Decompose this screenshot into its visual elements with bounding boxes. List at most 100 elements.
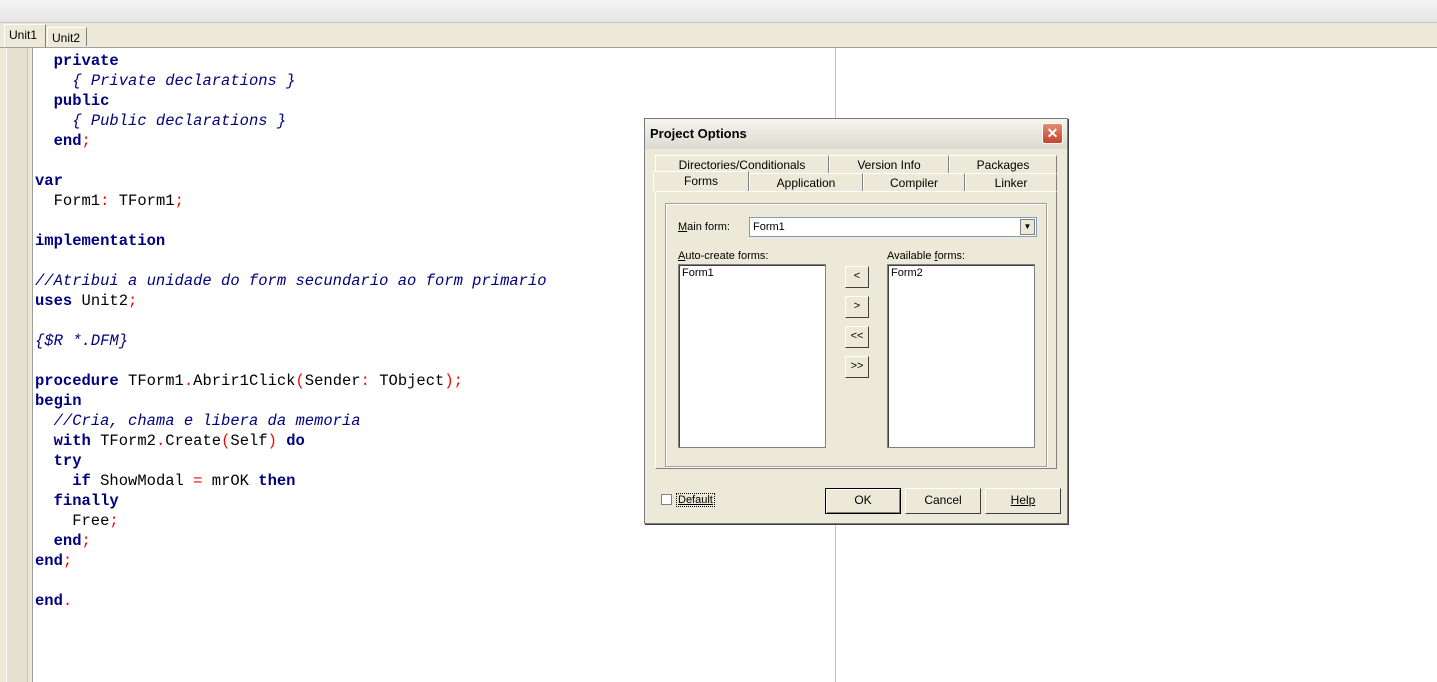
code-token: if — [72, 472, 91, 490]
code-line[interactable]: public — [35, 91, 547, 111]
code-line[interactable]: { Public declarations } — [35, 111, 547, 131]
code-line[interactable] — [35, 351, 547, 371]
code-token: TObject — [369, 372, 445, 390]
code-line[interactable]: {$R *.DFM} — [35, 331, 547, 351]
editor-tab-unit2[interactable]: Unit2 — [47, 27, 87, 46]
code-token: end — [53, 532, 82, 550]
code-line[interactable] — [35, 311, 547, 331]
tab-application[interactable]: Application — [749, 173, 863, 191]
code-line[interactable]: end; — [35, 131, 547, 151]
code-token: Sender — [304, 372, 361, 390]
cancel-button[interactable]: Cancel — [905, 488, 981, 514]
code-token: do — [286, 432, 305, 450]
auto-create-forms-list[interactable]: Form1 — [678, 264, 826, 448]
move-all-right-button[interactable]: >> — [845, 356, 869, 378]
code-token: //Atribui a unidade do form secundario a… — [35, 272, 547, 290]
main-form-label: Main form: — [678, 221, 730, 233]
code-token: end — [35, 552, 63, 570]
code-line[interactable]: with TForm2.Create(Self) do — [35, 431, 547, 451]
code-token: ); — [444, 372, 463, 390]
code-line[interactable]: var — [35, 171, 547, 191]
code-line[interactable]: try — [35, 451, 547, 471]
code-token: ; — [81, 132, 91, 150]
tab-forms[interactable]: Forms — [653, 171, 749, 191]
chevron-down-icon[interactable]: ▼ — [1020, 219, 1035, 235]
project-options-dialog: Project Options ✕ Directories/Conditiona… — [644, 118, 1068, 524]
code-token: Self — [230, 432, 268, 450]
default-checkbox-label[interactable]: Default — [676, 493, 715, 507]
code-line[interactable]: begin — [35, 391, 547, 411]
main-form-select[interactable]: Form1 ▼ — [749, 217, 1037, 237]
code-token: TForm1 — [109, 192, 175, 210]
code-line[interactable]: Form1: TForm1; — [35, 191, 547, 211]
code-line[interactable]: if ShowModal = mrOK then — [35, 471, 547, 491]
available-forms-list[interactable]: Form2 — [887, 264, 1035, 448]
top-toolbar — [0, 0, 1437, 23]
code-token: begin — [35, 392, 82, 410]
code-token: ShowModal — [90, 472, 194, 490]
code-line[interactable] — [35, 571, 547, 591]
code-token: ; — [128, 292, 138, 310]
list-item[interactable]: Form1 — [682, 267, 822, 279]
ok-button[interactable]: OK — [825, 488, 901, 514]
tab-version-info[interactable]: Version Info — [829, 155, 949, 173]
code-token: ; — [174, 192, 184, 210]
code-token: ) — [267, 432, 277, 450]
code-token: { Public declarations } — [72, 112, 287, 130]
code-text[interactable]: private { Private declarations } public … — [35, 51, 547, 611]
code-token: then — [258, 472, 296, 490]
code-line[interactable]: { Private declarations } — [35, 71, 547, 91]
code-token: Unit2 — [72, 292, 129, 310]
code-line[interactable]: private — [35, 51, 547, 71]
tab-compiler[interactable]: Compiler — [863, 173, 965, 191]
code-token: . — [62, 592, 73, 610]
move-left-button[interactable]: < — [845, 266, 869, 288]
main-form-value: Form1 — [753, 221, 785, 233]
code-token: {$R *.DFM} — [35, 332, 129, 350]
code-token: { Private declarations } — [72, 72, 296, 90]
list-item[interactable]: Form2 — [891, 267, 1031, 279]
code-token: mrOK — [202, 472, 259, 490]
code-token: end — [35, 592, 63, 610]
code-line[interactable]: uses Unit2; — [35, 291, 547, 311]
editor-gutter — [0, 48, 33, 682]
code-token: with — [53, 432, 91, 450]
code-token: Create — [165, 432, 222, 450]
code-token: TForm1 — [118, 372, 184, 390]
default-checkbox[interactable] — [661, 494, 672, 505]
code-line[interactable]: implementation — [35, 231, 547, 251]
code-line[interactable]: //Atribui a unidade do form secundario a… — [35, 271, 547, 291]
tab-linker[interactable]: Linker — [965, 173, 1057, 191]
code-line[interactable]: Free; — [35, 511, 547, 531]
dialog-titlebar[interactable]: Project Options ✕ — [645, 119, 1067, 149]
code-token: TForm2 — [90, 432, 156, 450]
move-all-left-button[interactable]: << — [845, 326, 869, 348]
code-token: implementation — [35, 232, 166, 250]
code-token: public — [53, 92, 110, 110]
editor-tab-unit1[interactable]: Unit1 — [4, 24, 46, 47]
code-line[interactable] — [35, 151, 547, 171]
close-icon[interactable]: ✕ — [1042, 123, 1063, 144]
code-line[interactable] — [35, 211, 547, 231]
code-line[interactable]: finally — [35, 491, 547, 511]
available-forms-label: Available forms: — [887, 250, 966, 262]
code-line[interactable]: end. — [35, 591, 547, 611]
help-button[interactable]: Help — [985, 488, 1061, 514]
code-token: end — [53, 132, 82, 150]
code-line[interactable]: end; — [35, 531, 547, 551]
code-line[interactable]: procedure TForm1.Abrir1Click(Sender: TOb… — [35, 371, 547, 391]
code-line[interactable]: end; — [35, 551, 547, 571]
code-line[interactable]: //Cria, chama e libera da memoria — [35, 411, 547, 431]
code-line[interactable] — [35, 251, 547, 271]
move-right-button[interactable]: > — [845, 296, 869, 318]
code-token: Form1 — [35, 192, 101, 210]
tab-packages[interactable]: Packages — [949, 155, 1057, 173]
code-token: var — [35, 172, 63, 190]
